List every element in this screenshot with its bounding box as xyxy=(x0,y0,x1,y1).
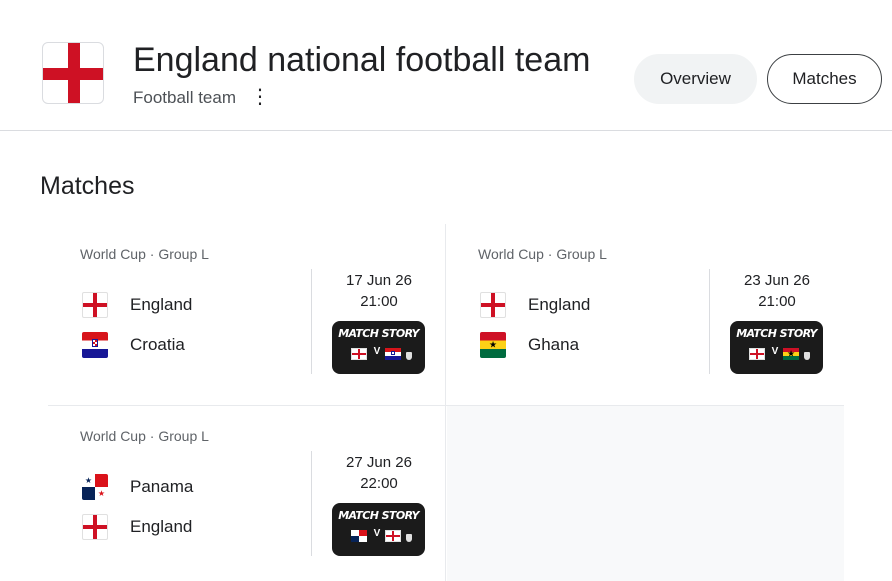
england-flag-icon xyxy=(82,292,108,318)
vs-label: V xyxy=(373,346,381,357)
match-competition: World Cup · Group L xyxy=(80,246,209,262)
ghana-flag-icon xyxy=(480,332,506,358)
england-flag-icon xyxy=(385,530,401,542)
match-card[interactable]: World Cup · Group L ★ ★ Panama England 27… xyxy=(48,406,446,581)
match-date: 23 Jun 26 xyxy=(744,272,810,289)
match-time: 21:00 xyxy=(758,293,796,310)
match-story-label: MATCH STORY xyxy=(736,327,817,340)
section-title: Matches xyxy=(40,172,135,200)
croatia-flag-icon xyxy=(82,332,108,358)
match-team-row: Ghana xyxy=(480,332,579,358)
match-date: 27 Jun 26 xyxy=(346,454,412,471)
england-flag-icon xyxy=(749,348,765,360)
tab-matches[interactable]: Matches xyxy=(767,54,882,104)
match-competition: World Cup · Group L xyxy=(80,428,209,444)
ghana-flag-icon xyxy=(783,348,799,360)
team-name: England xyxy=(130,295,193,314)
croatia-flag-icon xyxy=(385,348,401,360)
match-team-row: Croatia xyxy=(82,332,185,358)
match-date: 17 Jun 26 xyxy=(346,272,412,289)
match-team-row: England xyxy=(82,514,192,540)
team-name: England xyxy=(130,517,193,536)
england-flag-icon xyxy=(42,42,104,104)
match-team-row: ★ ★ Panama xyxy=(82,474,193,500)
england-flag-icon xyxy=(480,292,506,318)
match-story-button[interactable]: MATCH STORY V xyxy=(332,321,425,374)
cup-icon xyxy=(406,534,412,542)
page-subtitle: Football team xyxy=(133,88,236,107)
panama-flag-icon xyxy=(351,530,367,542)
team-name: Panama xyxy=(130,477,194,496)
empty-grid-cell xyxy=(447,406,844,581)
match-time: 21:00 xyxy=(360,293,398,310)
header: England national football team Football … xyxy=(0,0,892,131)
tab-overview[interactable]: Overview xyxy=(634,54,757,104)
team-name: Ghana xyxy=(528,335,580,354)
vs-label: V xyxy=(373,528,381,539)
cup-icon xyxy=(804,352,810,360)
match-story-button[interactable]: MATCH STORY V xyxy=(332,503,425,556)
match-story-label: MATCH STORY xyxy=(338,327,419,340)
panama-flag-icon: ★ ★ xyxy=(82,474,108,500)
match-story-button[interactable]: MATCH STORY V xyxy=(730,321,823,374)
match-time: 22:00 xyxy=(360,475,398,492)
england-flag-icon xyxy=(351,348,367,360)
team-name: England xyxy=(528,295,591,314)
match-team-row: England xyxy=(82,292,192,318)
team-name: Croatia xyxy=(130,335,185,354)
england-flag-icon xyxy=(82,514,108,540)
match-card[interactable]: World Cup · Group L England Croatia 17 J… xyxy=(48,224,446,406)
cup-icon xyxy=(406,352,412,360)
match-card[interactable]: World Cup · Group L England Ghana 23 Jun… xyxy=(446,224,844,406)
vs-label: V xyxy=(771,346,779,357)
page-title: England national football team xyxy=(133,41,591,79)
match-competition: World Cup · Group L xyxy=(478,246,607,262)
more-vert-icon[interactable]: ⋮ xyxy=(250,84,270,109)
match-team-row: England xyxy=(480,292,590,318)
match-story-label: MATCH STORY xyxy=(338,509,419,522)
